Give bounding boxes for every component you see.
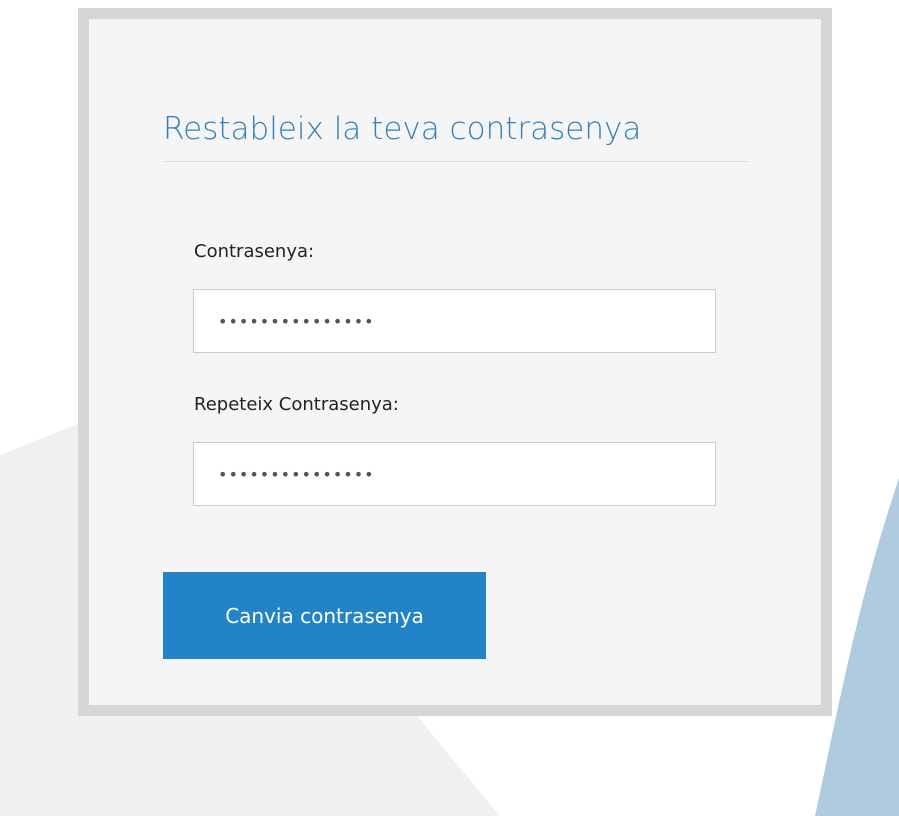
password-field[interactable] bbox=[193, 289, 716, 353]
change-password-button[interactable]: Canvia contrasenya bbox=[163, 572, 486, 659]
page-title: Restableix la teva contrasenya bbox=[163, 111, 642, 147]
password-label: Contrasenya: bbox=[194, 241, 315, 262]
reset-password-card: Restableix la teva contrasenya Contrasen… bbox=[78, 8, 832, 716]
title-divider bbox=[163, 161, 748, 162]
repeat-password-field[interactable] bbox=[193, 442, 716, 506]
repeat-password-label: Repeteix Contrasenya: bbox=[194, 394, 399, 415]
